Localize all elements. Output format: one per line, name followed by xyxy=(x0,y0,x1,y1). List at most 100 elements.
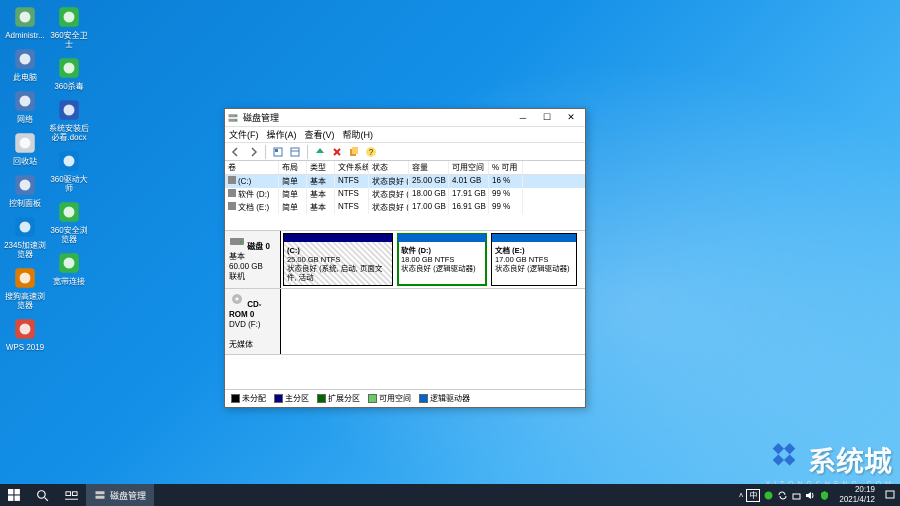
taskbar-app-diskmgmt[interactable]: 磁盘管理 xyxy=(86,484,154,506)
disk-mgmt-icon xyxy=(227,112,239,124)
desktop-icon-label: WPS 2019 xyxy=(6,343,44,352)
legend-item: 可用空间 xyxy=(368,393,411,404)
desktop-icon-administrator[interactable]: Administr... xyxy=(4,2,46,42)
column-header[interactable]: 布局 xyxy=(279,161,307,174)
desktop-icon-doc-install[interactable]: 系统安装后必看.docx xyxy=(48,95,90,144)
forward-button[interactable] xyxy=(246,145,260,159)
desktop-icon-2345-browser[interactable]: 2345加速浏览器 xyxy=(4,212,46,261)
properties-icon[interactable] xyxy=(347,145,361,159)
360-anti-icon xyxy=(56,55,82,81)
cell: (C:) xyxy=(225,175,279,188)
watermark: 系统城 X I T O N G C H E N G . C O M xyxy=(764,440,892,480)
maximize-button[interactable]: ☐ xyxy=(535,110,559,126)
refresh-icon[interactable] xyxy=(271,145,285,159)
desktop-icon-360-anti[interactable]: 360杀毒 xyxy=(48,53,90,93)
legend-item: 扩展分区 xyxy=(317,393,360,404)
titlebar[interactable]: 磁盘管理 ─ ☐ ✕ xyxy=(225,109,585,127)
cell: 4.01 GB xyxy=(449,175,489,188)
cell: 状态良好 (... xyxy=(369,188,409,201)
tray-360-icon[interactable] xyxy=(763,490,774,501)
security-icon[interactable] xyxy=(819,490,830,501)
360-guard-icon xyxy=(56,4,82,30)
clock[interactable]: 20:19 2021/4/12 xyxy=(833,485,881,505)
volume-icon[interactable] xyxy=(805,490,816,501)
column-header[interactable]: 状态 xyxy=(369,161,409,174)
close-button[interactable]: ✕ xyxy=(559,110,583,126)
partition[interactable]: 软件 (D:)18.00 GB NTFS状态良好 (逻辑驱动器) xyxy=(397,233,487,286)
cell: 基本 xyxy=(307,201,335,214)
desktop-icon-control-panel[interactable]: 控制面板 xyxy=(4,170,46,210)
desktop-icon-360-driver[interactable]: 360驱动大师 xyxy=(48,146,90,195)
back-button[interactable] xyxy=(229,145,243,159)
volume-list[interactable]: 卷布局类型文件系统状态容量可用空间% 可用 (C:)简单基本NTFS状态良好 (… xyxy=(225,161,585,231)
view-icon[interactable] xyxy=(288,145,302,159)
column-header[interactable]: 可用空间 xyxy=(449,161,489,174)
disk-mgmt-icon xyxy=(94,489,106,501)
legend-item: 主分区 xyxy=(274,393,309,404)
desktop-icon-broadband[interactable]: 宽带连接 xyxy=(48,248,90,288)
desktop-icon-this-pc[interactable]: 此电脑 xyxy=(4,44,46,84)
menu-item[interactable]: 操作(A) xyxy=(267,128,297,141)
disk-0-label[interactable]: 磁盘 0 基本 60.00 GB 联机 xyxy=(225,231,281,288)
tray-chevron-icon[interactable]: ˄ xyxy=(739,491,744,500)
volume-row[interactable]: 文档 (E:)简单基本NTFS状态良好 (...17.00 GB16.91 GB… xyxy=(225,201,585,214)
minimize-button[interactable]: ─ xyxy=(511,110,535,126)
cell: 16 % xyxy=(489,175,523,188)
sogou-browser-icon xyxy=(12,265,38,291)
desktop-icon-wps-2019[interactable]: WPS 2019 xyxy=(4,314,46,354)
desktop-icon-network[interactable]: 网络 xyxy=(4,86,46,126)
disk-map[interactable]: 磁盘 0 基本 60.00 GB 联机 (C:)25.00 GB NTFS状态良… xyxy=(225,231,585,389)
desktop-icon-label: 360安全浏览器 xyxy=(48,226,90,244)
volume-row[interactable]: (C:)简单基本NTFS状态良好 (...25.00 GB4.01 GB16 % xyxy=(225,175,585,188)
cell: 18.00 GB xyxy=(409,188,449,201)
desktop-icon-label: 宽带连接 xyxy=(53,277,85,286)
start-button[interactable] xyxy=(0,484,28,506)
cell: NTFS xyxy=(335,201,369,214)
tray-sync-icon[interactable] xyxy=(777,490,788,501)
desktop-icon-label: 搜狗高速浏览器 xyxy=(4,292,46,310)
desktop-icon-label: 控制面板 xyxy=(9,199,41,208)
volume-row[interactable]: 软件 (D:)简单基本NTFS状态良好 (...18.00 GB17.91 GB… xyxy=(225,188,585,201)
eject-icon[interactable] xyxy=(313,145,327,159)
task-view-button[interactable] xyxy=(57,484,86,506)
partition[interactable]: 文档 (E:)17.00 GB NTFS状态良好 (逻辑驱动器) xyxy=(491,233,577,286)
search-button[interactable] xyxy=(28,484,57,506)
column-header[interactable]: 容量 xyxy=(409,161,449,174)
network-icon[interactable] xyxy=(791,490,802,501)
cell: 状态良好 (... xyxy=(369,201,409,214)
desktop-icon-sogou-browser[interactable]: 搜狗高速浏览器 xyxy=(4,263,46,312)
recycle-bin-icon xyxy=(12,130,38,156)
help-icon[interactable]: ? xyxy=(364,145,378,159)
column-header[interactable]: 类型 xyxy=(307,161,335,174)
desktop-icon-360-guard[interactable]: 360安全卫士 xyxy=(48,2,90,51)
volume-list-header[interactable]: 卷布局类型文件系统状态容量可用空间% 可用 xyxy=(225,161,585,175)
system-tray[interactable]: ˄ 中 20:19 2021/4/12 xyxy=(735,485,900,505)
cell: 简单 xyxy=(279,188,307,201)
disk-0-row[interactable]: 磁盘 0 基本 60.00 GB 联机 (C:)25.00 GB NTFS状态良… xyxy=(225,231,585,289)
search-icon xyxy=(36,489,49,502)
cdrom-label[interactable]: CD-ROM 0 DVD (F:) 无媒体 xyxy=(225,289,281,354)
taskbar: 磁盘管理 ˄ 中 20:19 2021/4/12 xyxy=(0,484,900,506)
column-header[interactable]: 文件系统 xyxy=(335,161,369,174)
360-browser-icon xyxy=(56,199,82,225)
menu-item[interactable]: 文件(F) xyxy=(229,128,259,141)
desktop-icon-360-browser[interactable]: 360安全浏览器 xyxy=(48,197,90,246)
menu-item[interactable]: 查看(V) xyxy=(305,128,335,141)
desktop-icon-label: 此电脑 xyxy=(13,73,37,82)
column-header[interactable]: % 可用 xyxy=(489,161,523,174)
ime-indicator[interactable]: 中 xyxy=(746,489,760,502)
menu-item[interactable]: 帮助(H) xyxy=(343,128,374,141)
cell: 16.91 GB xyxy=(449,201,489,214)
cell: 软件 (D:) xyxy=(225,188,279,201)
cell: 简单 xyxy=(279,175,307,188)
cdrom-row[interactable]: CD-ROM 0 DVD (F:) 无媒体 xyxy=(225,289,585,355)
desktop-icon-label: 回收站 xyxy=(13,157,37,166)
notification-button[interactable] xyxy=(884,489,896,501)
cell: 99 % xyxy=(489,188,523,201)
column-header[interactable]: 卷 xyxy=(225,161,279,174)
delete-icon[interactable] xyxy=(330,145,344,159)
cell: 25.00 GB xyxy=(409,175,449,188)
partition[interactable]: (C:)25.00 GB NTFS状态良好 (系统, 启动, 页面文件, 活动 xyxy=(283,233,393,286)
disk-icon xyxy=(229,235,245,247)
desktop-icon-recycle-bin[interactable]: 回收站 xyxy=(4,128,46,168)
